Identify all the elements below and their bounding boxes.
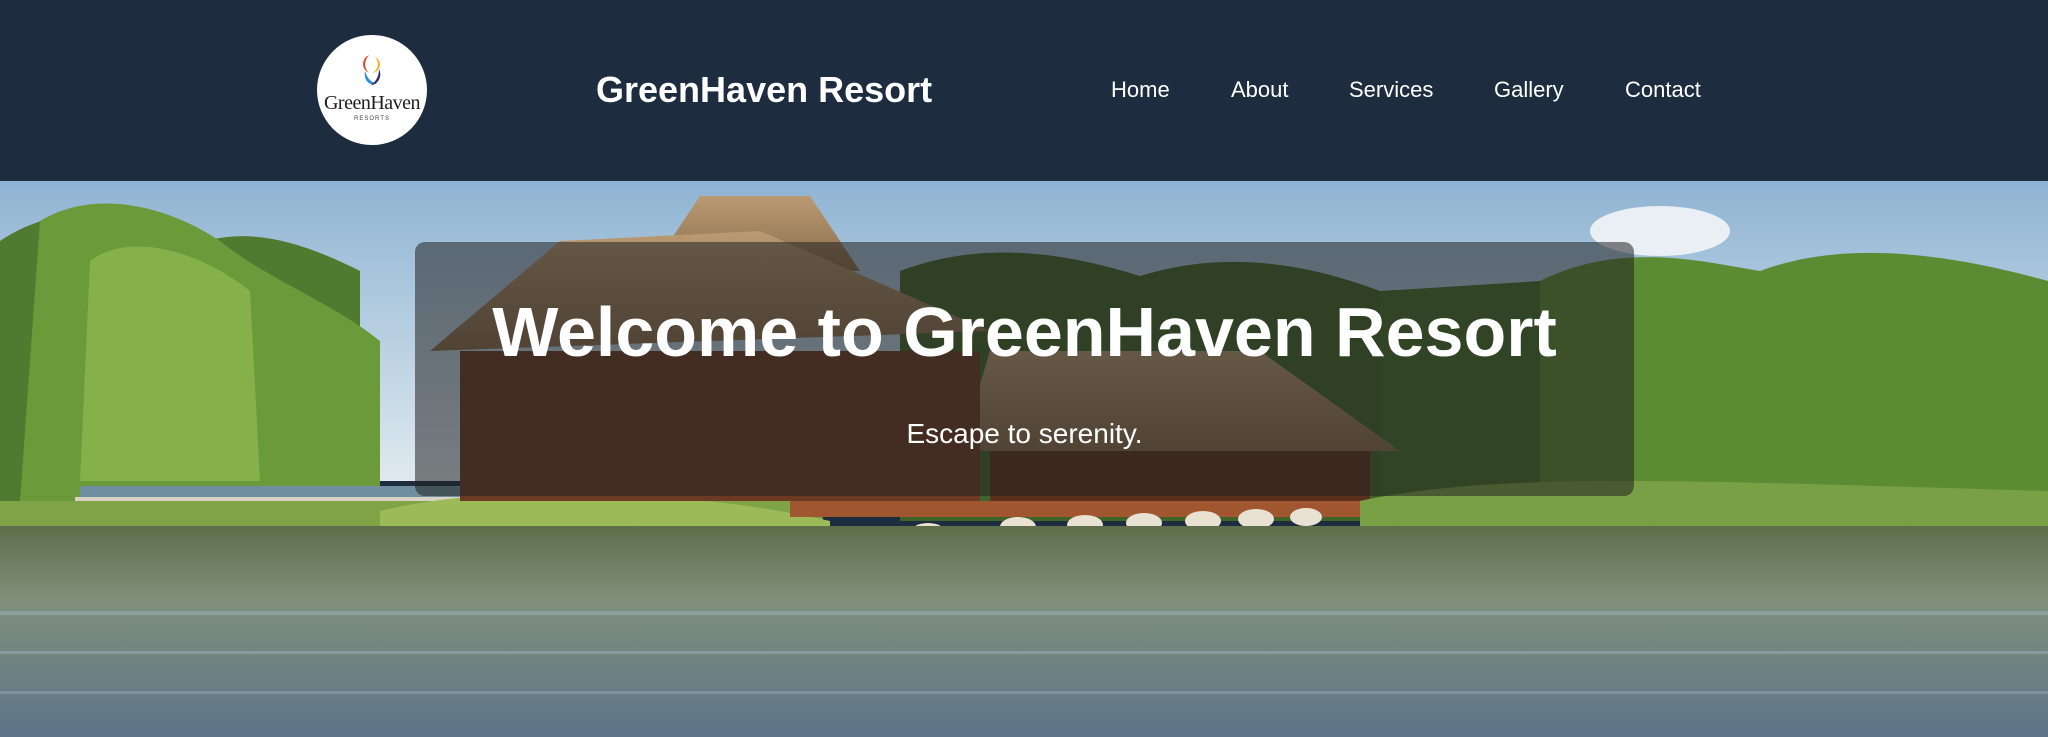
hero-overlay: Welcome to GreenHaven Resort Escape to s… [415,242,1634,496]
logo-text: GreenHaven [323,92,421,114]
logo-subtext: RESORTS [354,116,390,122]
swirl-logo-icon [363,55,381,85]
nav-services[interactable]: Services [1349,76,1433,104]
nav-about[interactable]: About [1231,76,1289,104]
nav-contact[interactable]: Contact [1625,76,1701,104]
nav-gallery[interactable]: Gallery [1494,76,1564,104]
hero-title: Welcome to GreenHaven Resort [492,293,1557,371]
hero-subtitle: Escape to serenity. [906,418,1143,449]
logo[interactable]: GreenHaven RESORTS [317,35,427,145]
site-header: GreenHaven RESORTS GreenHaven Resort Hom… [0,0,2048,181]
site-title: GreenHaven Resort [596,69,933,110]
nav-home[interactable]: Home [1111,76,1170,104]
hero-section: Welcome to GreenHaven Resort Escape to s… [0,181,2048,737]
